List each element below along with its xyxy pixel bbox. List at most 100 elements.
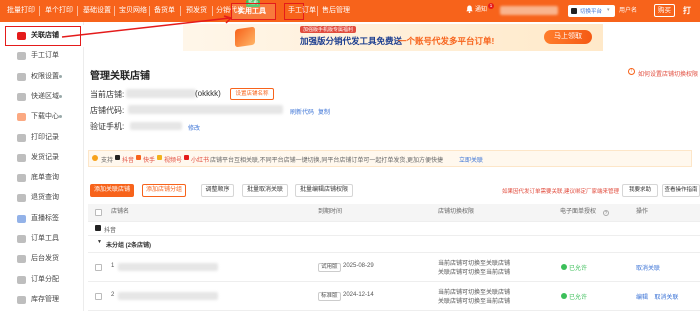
help-icon[interactable]: ? xyxy=(603,210,609,216)
sidebar-item-label: 直播标签 xyxy=(31,214,59,222)
divider xyxy=(88,281,700,282)
row-checkbox[interactable] xyxy=(95,264,102,271)
cancel-link-button[interactable]: 取消关联 xyxy=(654,292,678,301)
shop-code-redacted xyxy=(128,105,283,114)
sidebar-item-label: 订单分配 xyxy=(31,275,59,283)
help-link[interactable]: 如何设置店铺切换权限 xyxy=(638,69,698,78)
buy-button[interactable]: 购买 xyxy=(654,4,675,17)
col-switch-permission: 店铺切换权限 xyxy=(438,209,475,215)
current-shop-value: (okkkk) xyxy=(195,89,221,98)
current-shop-redacted xyxy=(126,89,196,98)
group-label: 未分组 (2条店铺) xyxy=(106,243,152,249)
sidebar-item-manual-orders[interactable]: 手工订单 xyxy=(0,45,84,67)
sidebar-item-permissions[interactable]: 权限设置 xyxy=(0,66,84,88)
notice-count-badge: 1 xyxy=(488,3,494,9)
expire-date: 2024-12-14 xyxy=(343,292,374,298)
expire-date: 2025-08-29 xyxy=(343,263,374,269)
box-icon xyxy=(17,295,26,304)
current-shop-label: 当前店铺: xyxy=(90,90,125,99)
print-icon xyxy=(17,133,26,142)
send-icon xyxy=(17,255,26,264)
support-prefix: 支持 xyxy=(101,158,114,164)
row-checkbox[interactable] xyxy=(95,293,102,300)
chevron-icon xyxy=(59,115,62,119)
nav-manual-order[interactable]: 手工订单 xyxy=(288,4,316,17)
shop-name-redacted xyxy=(500,6,558,15)
check-circle-icon xyxy=(561,264,567,270)
refresh-code-link[interactable]: 刷新代码 xyxy=(290,107,314,116)
col-waybill-auth: 电子面单授权 xyxy=(560,209,597,215)
set-shop-name-button[interactable]: 设置店铺名称 xyxy=(230,88,274,100)
notice-label[interactable]: 通知 xyxy=(475,4,487,17)
sidebar-item-label: 打印记录 xyxy=(31,133,59,141)
sidebar-item-inventory[interactable]: 库存管理 xyxy=(0,289,84,311)
permission-line-1: 当前店铺可切换至关联店铺 xyxy=(438,261,511,267)
batch-cancel-button[interactable]: 批量取消关联 xyxy=(242,184,288,197)
add-shop-group-button[interactable]: 添加店铺分组 xyxy=(142,184,186,197)
link-now-link[interactable]: 立即关联 xyxy=(459,155,483,164)
sidebar-item-print-records[interactable]: 打印记录 xyxy=(0,127,84,149)
support-description: 店铺平台互相关联,不同平台店铺一键切换,同平台店铺订单可一起打单发货,更加方便快… xyxy=(210,158,444,164)
user-menu[interactable]: 用户名 xyxy=(619,5,637,18)
nav-divider xyxy=(39,6,40,16)
phone-redacted xyxy=(130,122,182,130)
reorder-button[interactable]: 调整顺序 xyxy=(201,184,234,197)
share-icon xyxy=(17,275,26,284)
cancel-link-button[interactable]: 取消关联 xyxy=(636,263,660,272)
toolbar-notice: 如果因代发订单需要关联,建议绑定厂家端来管理 xyxy=(502,189,620,195)
need-help-button[interactable]: 我要求助 xyxy=(622,184,658,197)
sidebar-item-order-assign[interactable]: 订单分配 xyxy=(0,269,84,291)
gift-box-icon xyxy=(235,26,255,48)
col-shop-name: 店铺名 xyxy=(111,209,130,215)
nav-batch-print[interactable]: 批量打印 xyxy=(7,4,35,17)
modify-phone-link[interactable]: 修改 xyxy=(188,123,200,132)
divider xyxy=(88,221,700,222)
col-actions: 操作 xyxy=(636,209,649,215)
copy-code-link[interactable]: 复制 xyxy=(318,107,330,116)
sidebar-item-shipping-records[interactable]: 发货记录 xyxy=(0,147,84,169)
sidebar-item-waybill-query[interactable]: 底单查询 xyxy=(0,167,84,189)
platform-switch-button[interactable]: 切换平台 ▾ xyxy=(568,5,615,17)
sidebar-item-return-query[interactable]: 退货查询 xyxy=(0,187,84,209)
sidebar-item-label: 快递区域 xyxy=(31,92,59,100)
add-linked-shop-button[interactable]: 添加关联店铺 xyxy=(90,184,134,197)
tag-icon xyxy=(17,214,26,223)
sidebar-item-label: 后台发货 xyxy=(31,255,59,263)
sidebar-item-label: 订单工具 xyxy=(31,235,59,242)
version-tag: 试用版 xyxy=(318,263,341,272)
row-index: 2 xyxy=(111,292,115,298)
nav-utility-tools[interactable]: 实用工具 xyxy=(238,5,266,18)
auth-status: 已允许 xyxy=(569,266,588,272)
douyin-icon xyxy=(571,8,577,14)
sidebar-item-backend-ship[interactable]: 后台发货 xyxy=(0,248,84,270)
receipt-icon xyxy=(17,174,26,183)
auth-status: 已允许 xyxy=(569,295,588,301)
nav-divider xyxy=(317,6,318,16)
tool-icon xyxy=(17,235,26,243)
shop-name-redacted xyxy=(118,263,218,271)
truck-icon xyxy=(17,153,26,162)
nav-after-sales[interactable]: 售后管理 xyxy=(322,4,350,17)
bell-icon[interactable] xyxy=(466,5,473,13)
collapse-caret-icon[interactable]: ▼ xyxy=(97,239,102,245)
sidebar-item-live-labels[interactable]: 直播标签 xyxy=(0,208,84,230)
return-icon xyxy=(17,194,26,203)
banner-headline: 加强版分销代发工具免费送 xyxy=(300,36,403,46)
channels-icon xyxy=(157,155,162,160)
kuaishou-icon xyxy=(136,155,141,160)
banner-claim-button[interactable]: 马上领取 xyxy=(544,30,592,44)
douyin-icon xyxy=(115,155,120,160)
shop-name-redacted xyxy=(118,292,218,300)
sidebar-item-download-center[interactable]: 下载中心 xyxy=(0,106,84,128)
sidebar-item-delivery-area[interactable]: 快递区域 xyxy=(0,86,84,108)
edit-button[interactable]: 编辑 xyxy=(636,292,648,301)
sidebar-item-order-tools[interactable]: 订单工具 xyxy=(0,228,84,250)
info-icon xyxy=(92,155,98,161)
select-all-checkbox[interactable] xyxy=(95,209,102,216)
batch-edit-permissions-button[interactable]: 批量编辑店铺权限 xyxy=(295,184,353,197)
download-icon xyxy=(17,113,26,122)
overflow-nav[interactable]: 打 xyxy=(683,4,691,17)
divider xyxy=(88,252,700,253)
xiaohongshu-icon xyxy=(184,155,189,160)
view-guide-button[interactable]: 查看操作指南 xyxy=(662,184,700,197)
